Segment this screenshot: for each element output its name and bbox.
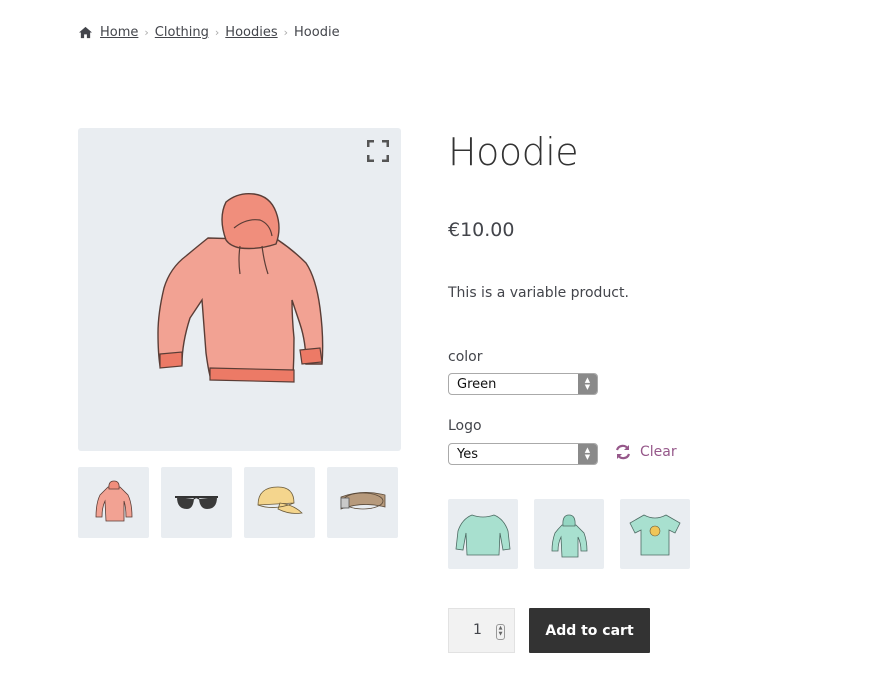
main-product-image[interactable] — [78, 128, 401, 451]
hoodie-illustration — [157, 192, 324, 383]
logo-select-value: Yes — [457, 447, 478, 462]
thumbnail-belt[interactable] — [327, 467, 398, 538]
green-hoodie-icon — [551, 514, 588, 558]
clear-variations-link[interactable]: Clear — [614, 443, 677, 461]
add-to-cart-button[interactable]: Add to cart — [529, 608, 650, 653]
cap-thumbnail-icon — [257, 486, 303, 514]
logo-label: Logo — [448, 418, 482, 434]
breadcrumb-current: Hoodie — [294, 25, 340, 40]
product-description: This is a variable product. — [448, 285, 629, 301]
logo-select[interactable]: Yes ▲ ▼ — [448, 443, 598, 465]
select-arrows-icon: ▲ ▼ — [578, 374, 597, 394]
longsleeve-icon — [455, 514, 511, 556]
hoodie-thumbnail-icon — [95, 480, 133, 522]
breadcrumb-hoodies-link[interactable]: Hoodies — [225, 25, 277, 40]
gallery-thumbnails — [78, 467, 398, 538]
product-title: Hoodie — [448, 130, 579, 174]
breadcrumb-separator: › — [214, 26, 220, 39]
breadcrumb-separator: › — [144, 26, 149, 39]
variation-tshirt[interactable] — [620, 499, 690, 569]
select-arrows-icon: ▲ ▼ — [578, 444, 597, 464]
breadcrumb-clothing-link[interactable]: Clothing — [155, 25, 209, 40]
color-select-value: Green — [457, 377, 497, 392]
thumbnail-cap[interactable] — [244, 467, 315, 538]
color-label: color — [448, 349, 483, 365]
thumbnail-sunglasses[interactable] — [161, 467, 232, 538]
fullscreen-icon[interactable] — [367, 140, 389, 162]
breadcrumb-separator: › — [283, 26, 289, 39]
variation-longsleeve[interactable] — [448, 499, 518, 569]
variation-hoodie-green[interactable] — [534, 499, 604, 569]
color-select[interactable]: Green ▲ ▼ — [448, 373, 598, 395]
quantity-value: 1 — [473, 622, 482, 638]
variation-images — [448, 499, 690, 569]
refresh-icon — [615, 444, 631, 460]
tshirt-icon — [629, 514, 681, 556]
sunglasses-thumbnail-icon — [175, 496, 218, 509]
breadcrumb-home-link[interactable]: Home — [100, 25, 138, 40]
clear-label: Clear — [640, 444, 677, 460]
belt-thumbnail-icon — [340, 492, 386, 510]
breadcrumb: Home › Clothing › Hoodies › Hoodie — [78, 25, 340, 40]
thumbnail-hoodie[interactable] — [78, 467, 149, 538]
quantity-input[interactable]: 1 ▲ ▼ — [448, 608, 515, 653]
product-price: €10.00 — [448, 219, 515, 241]
quantity-stepper[interactable]: ▲ ▼ — [496, 624, 505, 640]
home-icon — [79, 26, 92, 39]
